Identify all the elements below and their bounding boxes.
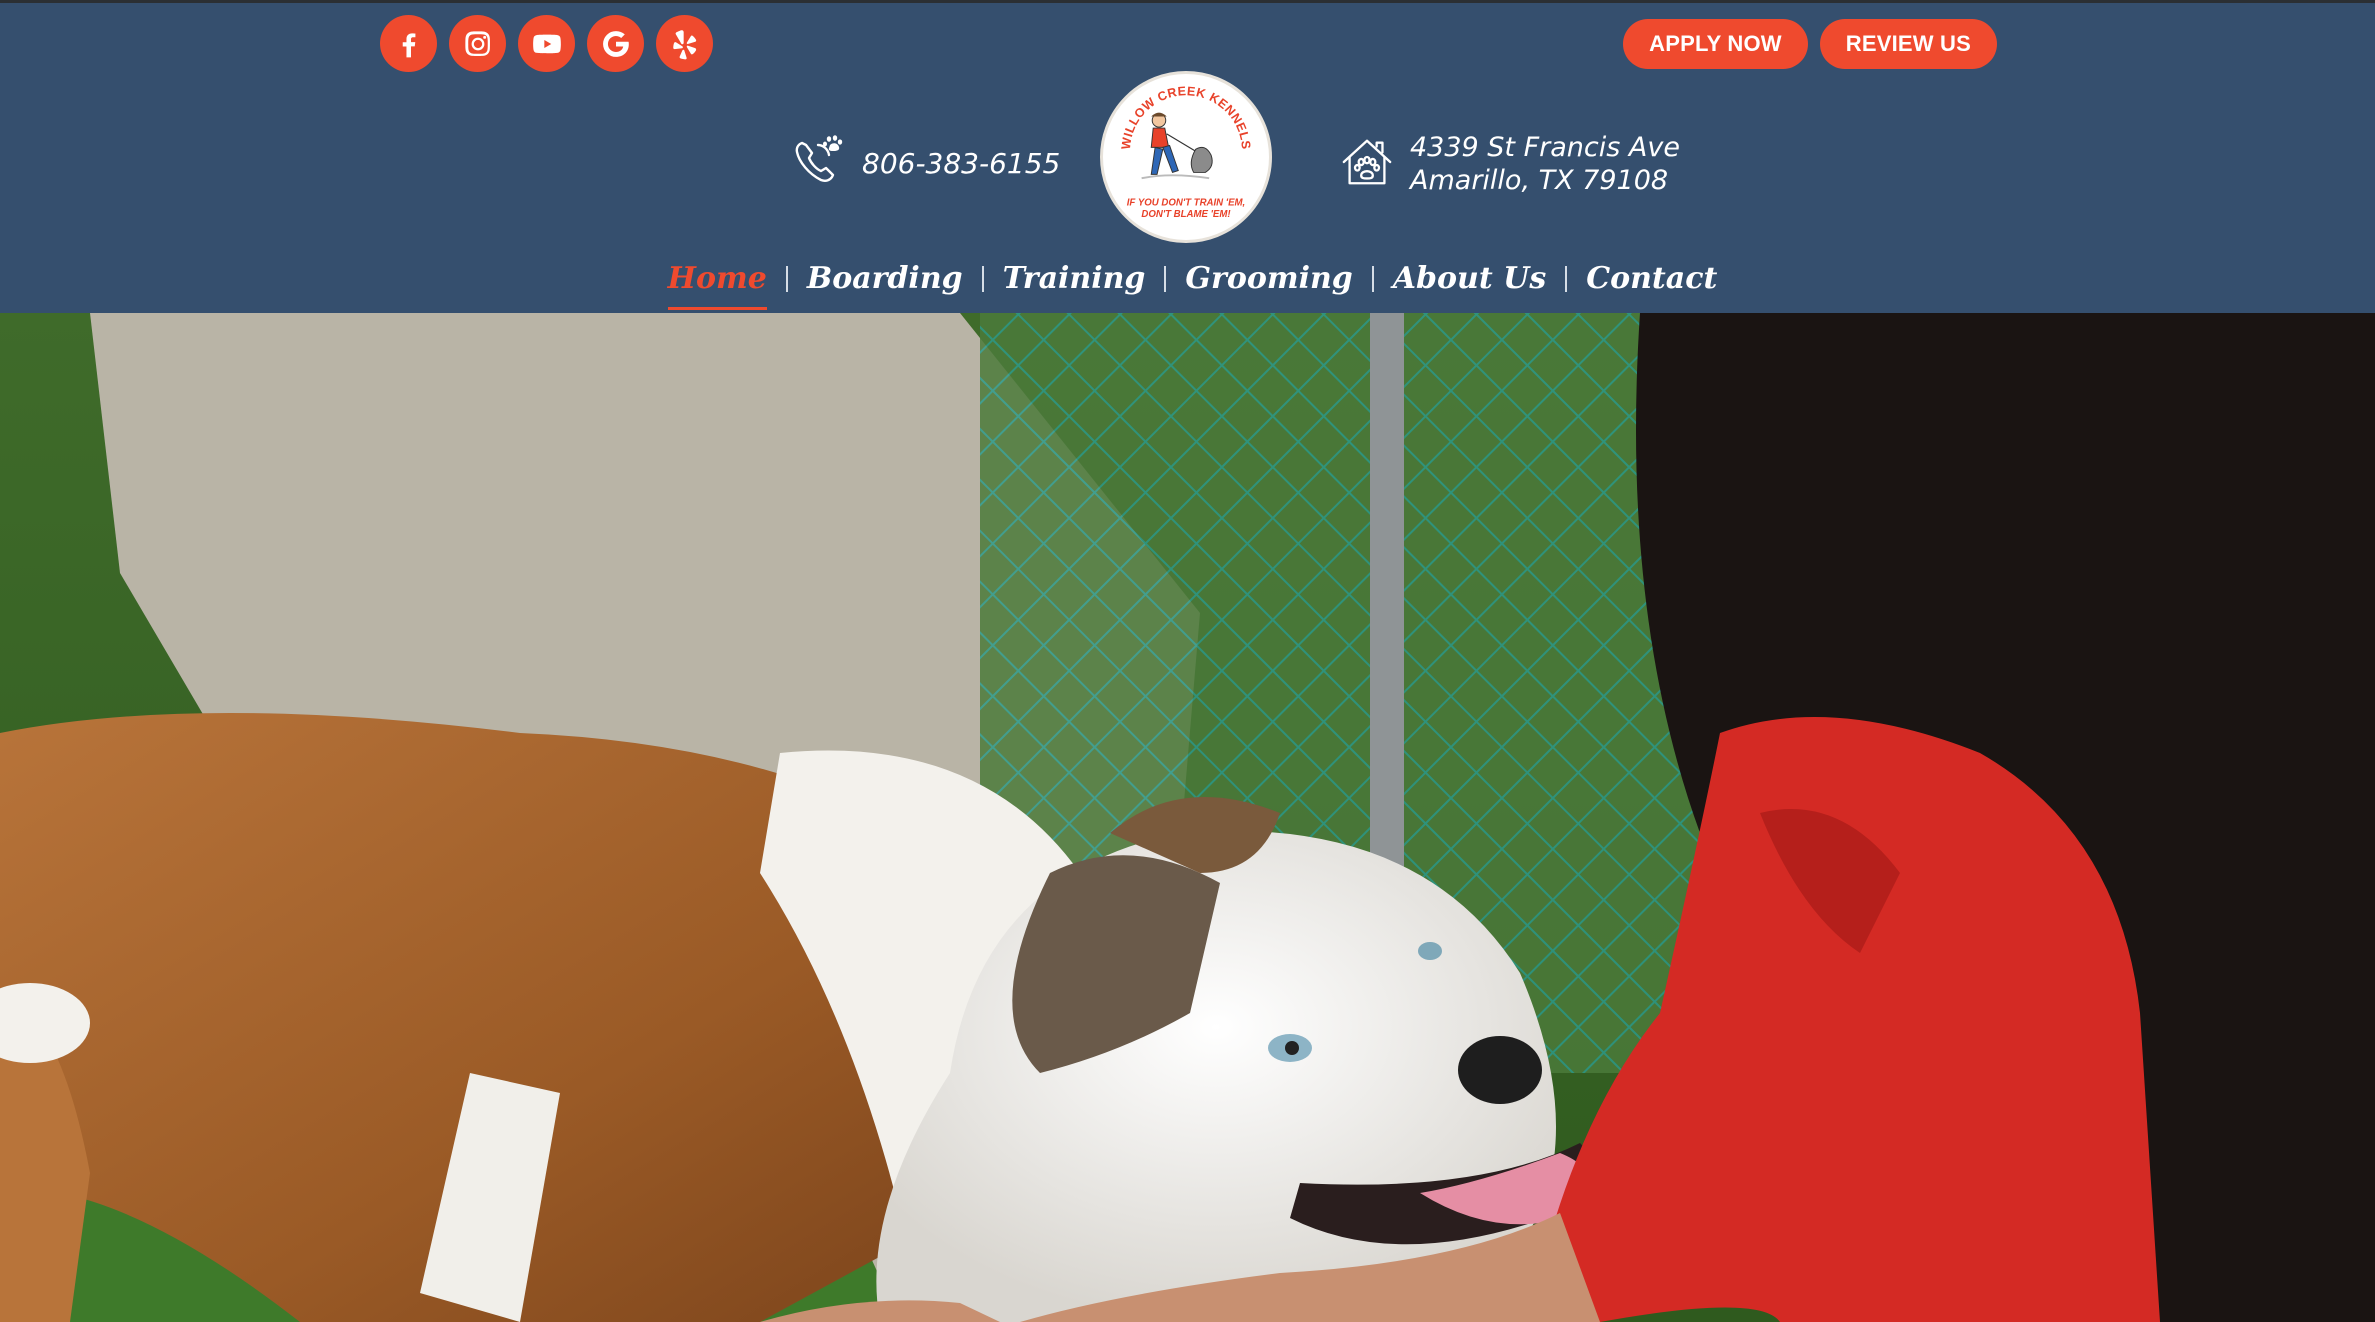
- google-icon: [602, 30, 629, 57]
- nav-item-grooming[interactable]: Grooming: [1166, 261, 1371, 296]
- nav-list: Home Boarding Training Grooming About Us…: [649, 261, 1737, 310]
- facebook-icon: [402, 32, 415, 57]
- social-links: [380, 15, 713, 72]
- youtube-icon: [532, 34, 561, 53]
- main-nav: Home Boarding Training Grooming About Us…: [0, 261, 2375, 310]
- hero-video: [0, 313, 2375, 1322]
- page: APPLY NOW REVIEW US 806-383-6155 WILLOW …: [0, 0, 2375, 1322]
- nav-item-home[interactable]: Home: [649, 261, 786, 310]
- nav-item-contact[interactable]: Contact: [1567, 261, 1736, 296]
- logo-tagline-2: DON'T BLAME 'EM!: [1141, 209, 1231, 220]
- hero-dog-photo: [0, 313, 2375, 1322]
- cta-buttons: APPLY NOW REVIEW US: [1623, 19, 1997, 69]
- nav-item-boarding[interactable]: Boarding: [788, 261, 982, 296]
- facebook-button[interactable]: [380, 15, 437, 72]
- address-line-2: Amarillo, TX 79108: [1410, 165, 1669, 196]
- yelp-button[interactable]: [656, 15, 713, 72]
- nav-item-training[interactable]: Training: [984, 261, 1165, 296]
- yelp-icon: [672, 29, 696, 59]
- apply-now-button[interactable]: APPLY NOW: [1623, 19, 1808, 69]
- review-us-button[interactable]: REVIEW US: [1819, 19, 1997, 69]
- house-paw-icon: [1338, 133, 1396, 196]
- site-header: APPLY NOW REVIEW US 806-383-6155 WILLOW …: [0, 0, 2375, 313]
- address-contact[interactable]: 4339 St Francis Ave Amarillo, TX 79108: [1338, 131, 1680, 197]
- phone-paw-icon: [788, 131, 848, 196]
- address-text: 4339 St Francis Ave Amarillo, TX 79108: [1410, 131, 1680, 197]
- phone-number: 806-383-6155: [862, 147, 1061, 180]
- nav-item-about-us[interactable]: About Us: [1374, 261, 1565, 296]
- site-logo[interactable]: WILLOW CREEK KENNELS IF YOU DON'T TRAIN …: [1100, 71, 1272, 243]
- google-button[interactable]: [587, 15, 644, 72]
- instagram-button[interactable]: [449, 15, 506, 72]
- logo-tagline-1: IF YOU DON'T TRAIN 'EM,: [1127, 197, 1246, 208]
- address-line-1: 4339 St Francis Ave: [1410, 132, 1680, 163]
- instagram-icon: [464, 30, 490, 56]
- youtube-button[interactable]: [518, 15, 575, 72]
- phone-contact[interactable]: 806-383-6155: [788, 131, 1060, 196]
